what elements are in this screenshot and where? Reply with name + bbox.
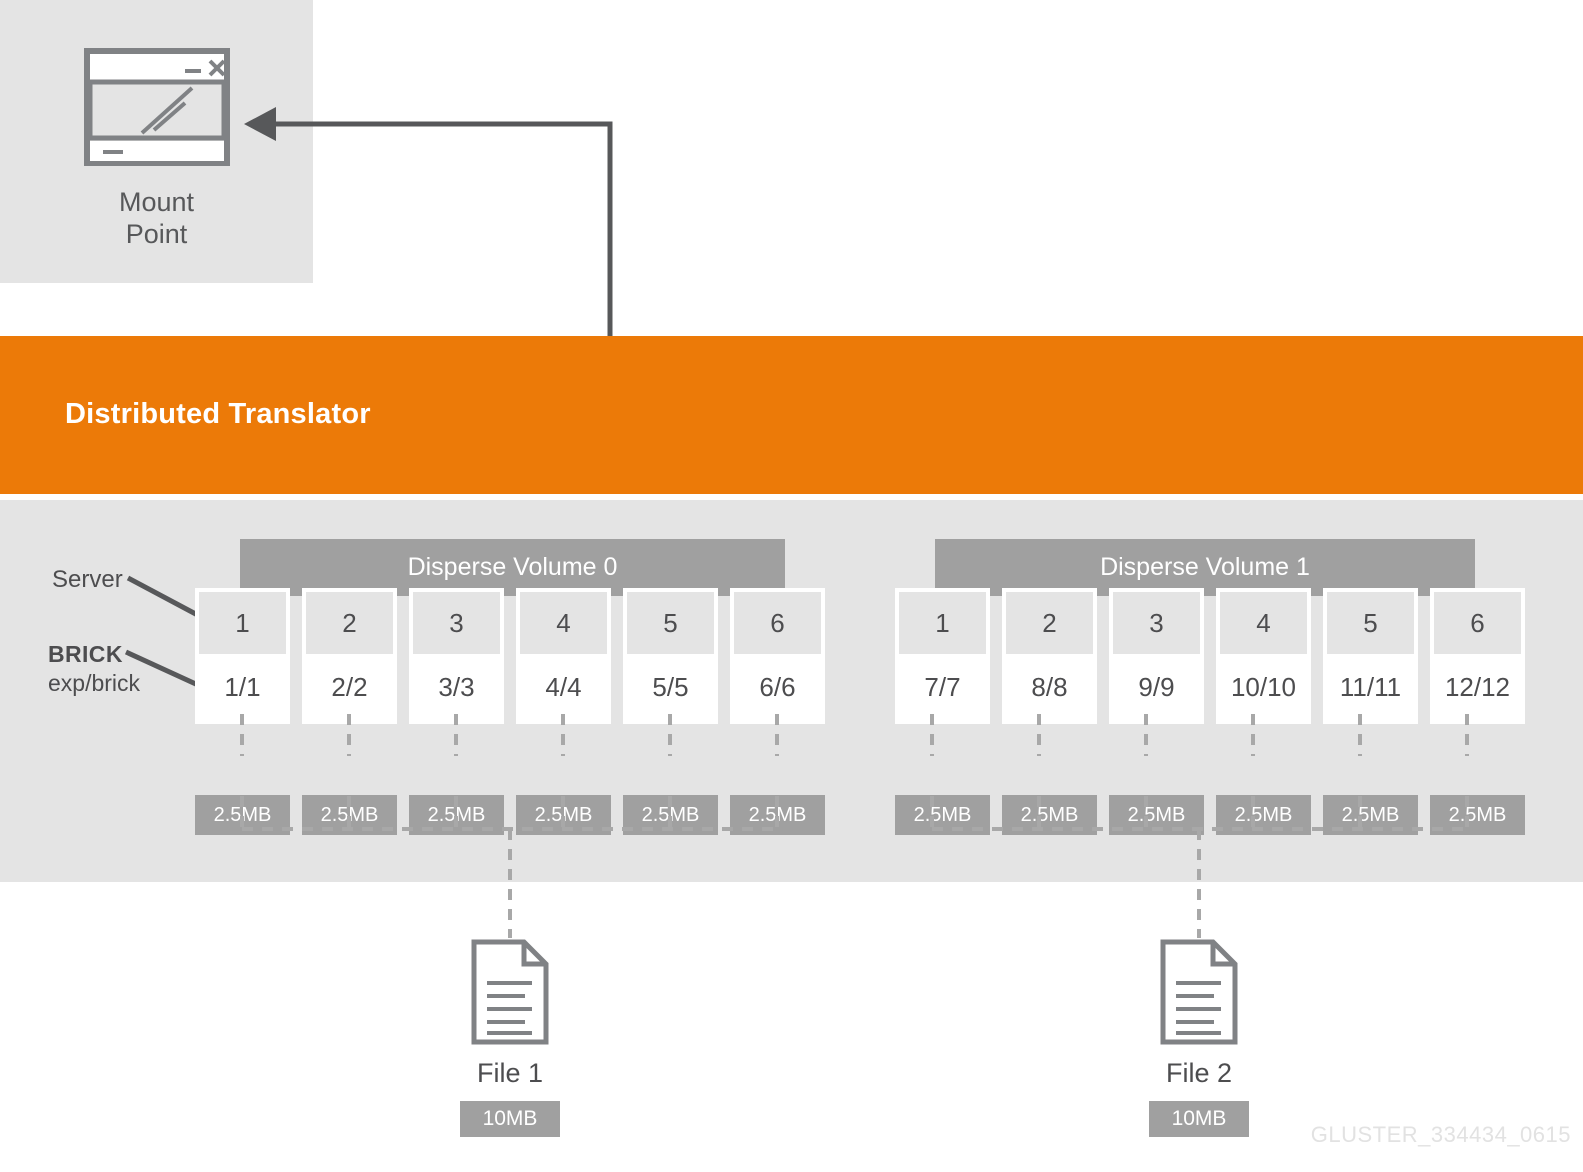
chunk-chip: 2.5MB (1430, 795, 1525, 835)
chunk-chip: 2.5MB (409, 795, 504, 835)
brick-cell: 12/12 (1434, 654, 1521, 720)
brick-cell: 10/10 (1220, 654, 1307, 720)
brick-cell: 6/6 (734, 654, 821, 720)
file-label: File 1 (476, 1058, 544, 1088)
file-label: File 2 (1165, 1058, 1233, 1088)
server-cell: 2 (306, 592, 393, 654)
file-1-group: File 1 10MB (410, 938, 610, 1137)
mount-point-panel: Mount Point (0, 0, 313, 283)
brick-column[interactable]: 1 7/7 (895, 588, 990, 724)
chunk-row-0: 2.5MB 2.5MB 2.5MB 2.5MB 2.5MB 2.5MB (195, 795, 825, 835)
brick-cell: 9/9 (1113, 654, 1200, 720)
server-cell: 6 (734, 592, 821, 654)
distributed-translator-bar: Distributed Translator (0, 336, 1583, 494)
file-size-chip: 10MB (1149, 1101, 1249, 1137)
brick-cell: 11/11 (1327, 654, 1414, 720)
brick-column[interactable]: 3 9/9 (1109, 588, 1204, 724)
watermark-label: GLUSTER_334434_0615 (1310, 1122, 1571, 1147)
brick-annotation-label: BRICK (48, 641, 123, 667)
server-cell: 2 (1006, 592, 1093, 654)
server-cell: 5 (627, 592, 714, 654)
chunk-chip: 2.5MB (730, 795, 825, 835)
document-icon (1160, 939, 1238, 1045)
brick-column[interactable]: 5 11/11 (1323, 588, 1418, 724)
server-annotation-label: Server (52, 566, 123, 593)
chunk-chip: 2.5MB (1216, 795, 1311, 835)
volume-columns-0: 1 1/1 2 2/2 3 3/3 4 4/4 5 5/5 6 6/6 (195, 588, 825, 724)
brick-column[interactable]: 6 12/12 (1430, 588, 1525, 724)
chunk-chip: 2.5MB (302, 795, 397, 835)
brick-cell: 4/4 (520, 654, 607, 720)
brick-cell: 7/7 (899, 654, 986, 720)
server-cell: 4 (520, 592, 607, 654)
distributed-translator-title: Distributed Translator (65, 398, 371, 430)
server-cell: 4 (1220, 592, 1307, 654)
mount-point-label-line1: Mount (118, 187, 195, 217)
server-cell: 5 (1327, 592, 1414, 654)
brick-cell: 1/1 (199, 654, 286, 720)
server-cell: 1 (199, 592, 286, 654)
brick-column[interactable]: 2 2/2 (302, 588, 397, 724)
file-size-chip: 10MB (460, 1101, 560, 1137)
chunk-chip: 2.5MB (195, 795, 290, 835)
brick-column[interactable]: 3 3/3 (409, 588, 504, 724)
mount-point-label: Mount Point (0, 186, 313, 250)
chunk-chip: 2.5MB (623, 795, 718, 835)
server-cell: 3 (1113, 592, 1200, 654)
brick-cell: 5/5 (627, 654, 714, 720)
volume-columns-1: 1 7/7 2 8/8 3 9/9 4 10/10 5 11/11 6 12/1… (895, 588, 1525, 724)
brick-column[interactable]: 5 5/5 (623, 588, 718, 724)
brick-column[interactable]: 2 8/8 (1002, 588, 1097, 724)
brick-column[interactable]: 1 1/1 (195, 588, 290, 724)
brick-cell: 3/3 (413, 654, 500, 720)
brick-column[interactable]: 4 4/4 (516, 588, 611, 724)
file-2-group: File 2 10MB (1099, 938, 1299, 1137)
chunk-chip: 2.5MB (1002, 795, 1097, 835)
brick-cell: 8/8 (1006, 654, 1093, 720)
window-icon (84, 48, 230, 166)
brick-cell: 2/2 (306, 654, 393, 720)
brick-column[interactable]: 4 10/10 (1216, 588, 1311, 724)
server-cell: 6 (1434, 592, 1521, 654)
brick-annotation-sublabel: exp/brick (48, 670, 141, 696)
chunk-chip: 2.5MB (1323, 795, 1418, 835)
mount-point-label-line2: Point (125, 219, 188, 249)
server-cell: 3 (413, 592, 500, 654)
chunk-chip: 2.5MB (516, 795, 611, 835)
chunk-chip: 2.5MB (1109, 795, 1204, 835)
chunk-chip: 2.5MB (895, 795, 990, 835)
brick-column[interactable]: 6 6/6 (730, 588, 825, 724)
document-icon (471, 939, 549, 1045)
chunk-row-1: 2.5MB 2.5MB 2.5MB 2.5MB 2.5MB 2.5MB (895, 795, 1525, 835)
diagram-canvas: Mount Point Distributed Translator Serve… (0, 0, 1583, 1172)
server-cell: 1 (899, 592, 986, 654)
